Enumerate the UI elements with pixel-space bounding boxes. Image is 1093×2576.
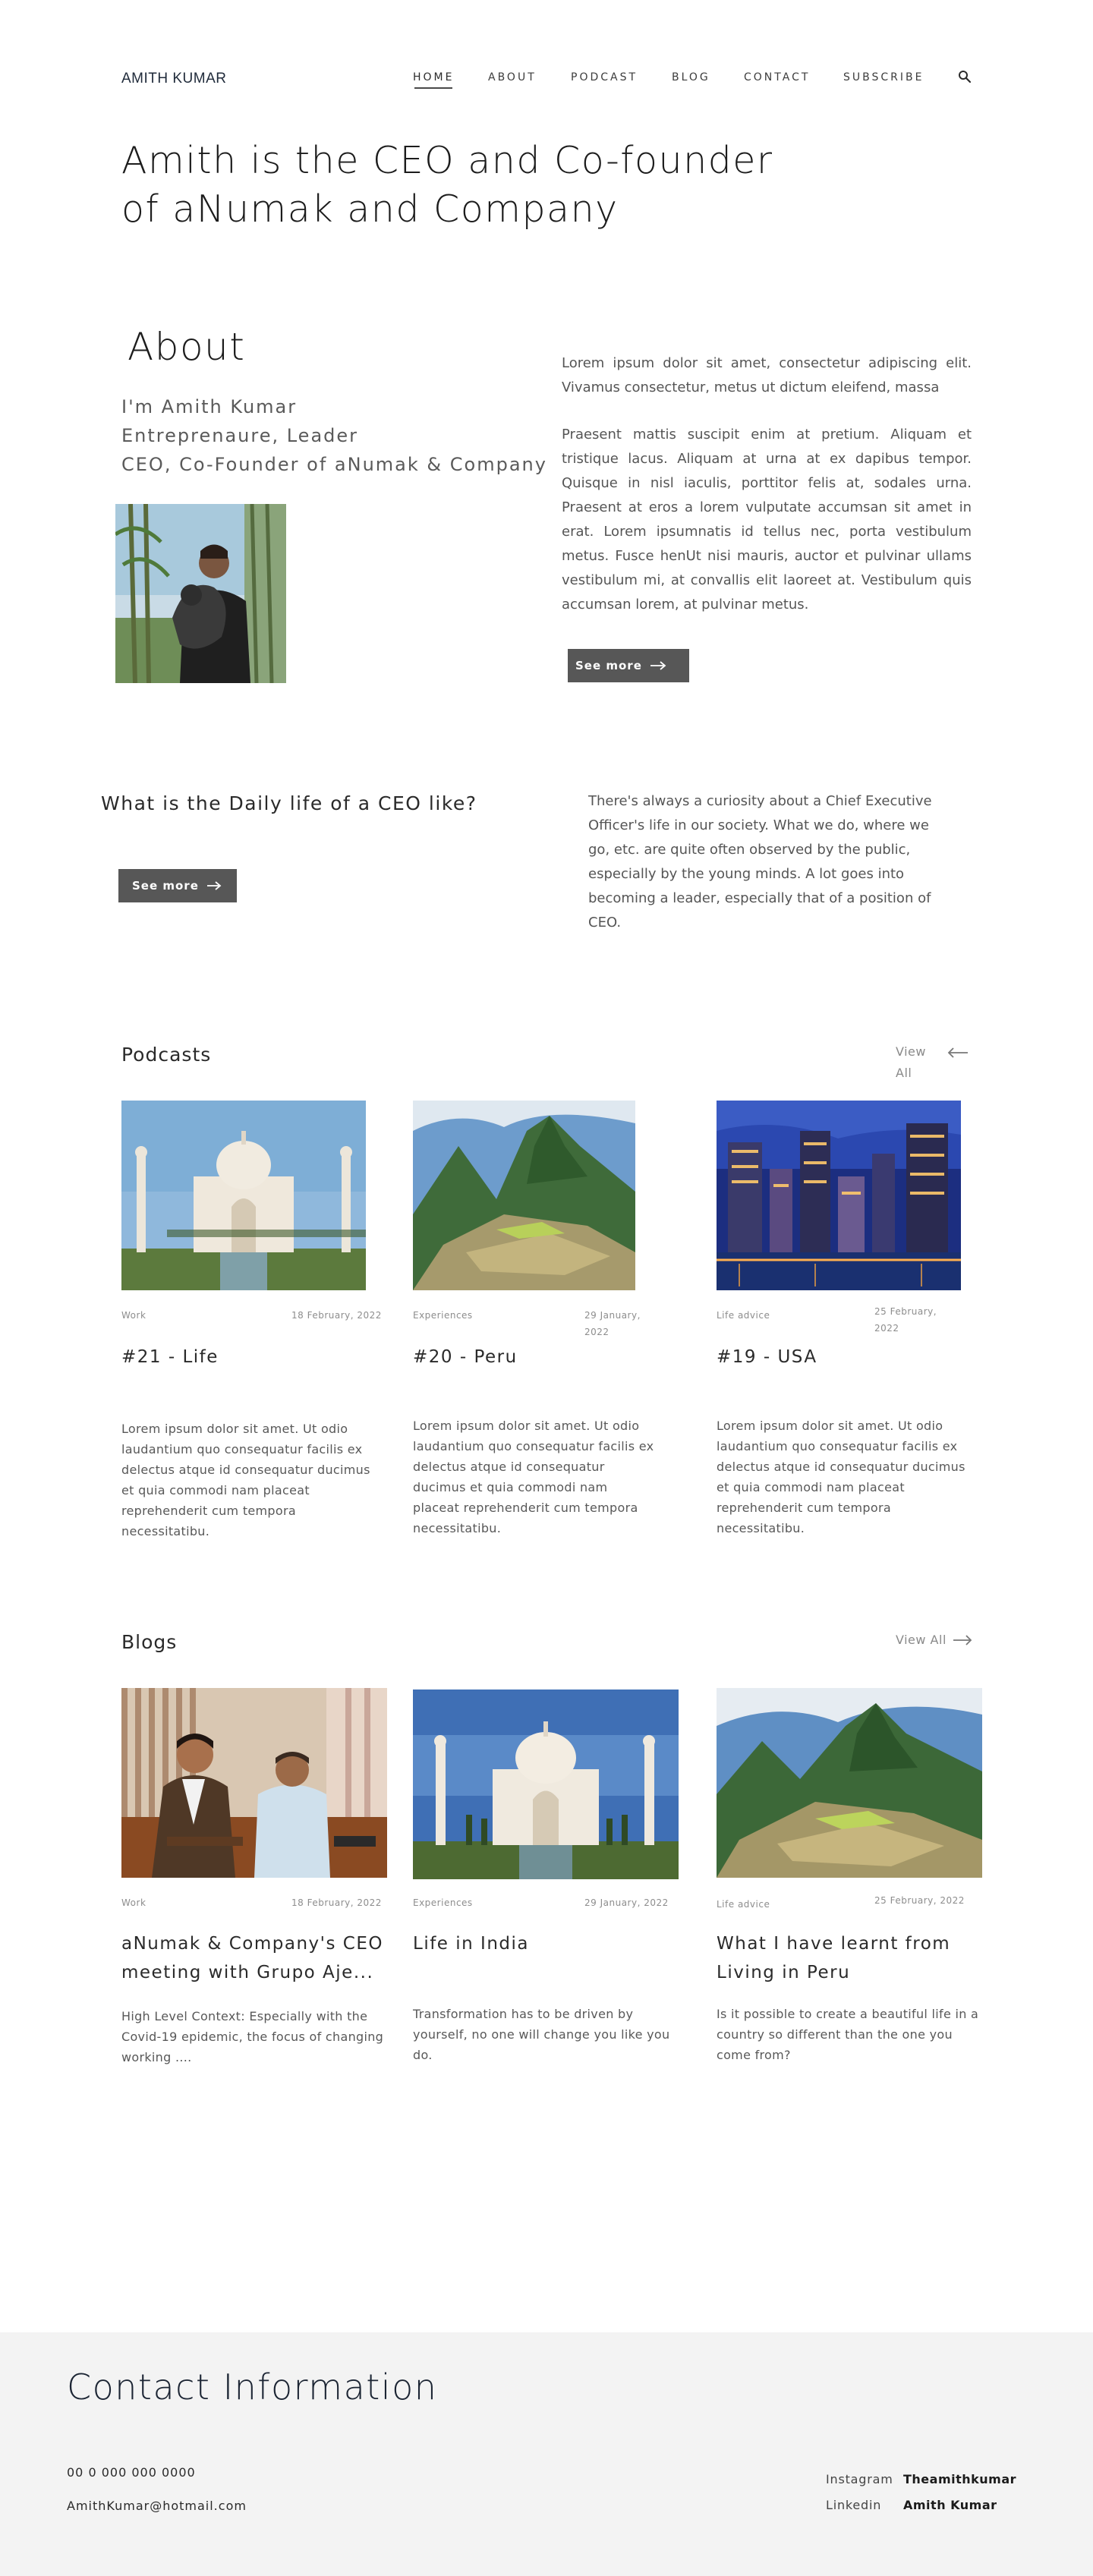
ceo-text: There's always a curiosity about a Chief… (588, 793, 932, 931)
blog-description: High Level Context: Especially with the … (121, 2009, 384, 2064)
blogs-view-all-link[interactable]: View All (896, 1630, 972, 1651)
nav-podcast[interactable]: PODCAST (571, 71, 638, 83)
view-all-label: View All (896, 1633, 947, 1647)
arrow-right-icon (206, 881, 222, 890)
blog-title[interactable]: What I have learnt from Living in Peru (717, 1929, 990, 1987)
podcast-description: Lorem ipsum dolor sit amet. Ut odio laud… (717, 1419, 965, 1535)
podcast-title[interactable]: #19 - USA (717, 1343, 817, 1371)
podcast-date-line1: 29 January, (584, 1310, 641, 1321)
linkedin-link[interactable]: Amith Kumar (903, 2498, 997, 2512)
contact-phone[interactable]: 00 0 000 000 0000 (67, 2465, 196, 2480)
podcast-description: Lorem ipsum dolor sit amet. Ut odio laud… (413, 1419, 654, 1535)
about-paragraph-1: Lorem ipsum dolor sit amet, consectetur … (562, 355, 972, 395)
about-see-more-label: See more (575, 659, 642, 672)
about-text: Lorem ipsum dolor sit amet, consectetur … (562, 351, 972, 617)
about-heading: About (128, 325, 246, 369)
about-paragraph-2: Praesent mattis suscipit enim at pretium… (562, 427, 972, 613)
podcast-image-peru[interactable] (413, 1101, 635, 1290)
podcast-date-line2: 2022 (584, 1327, 609, 1337)
blog-title-line1: What I have learnt from (717, 1934, 951, 1954)
blog-image-taj-mahal[interactable] (413, 1690, 679, 1879)
ceo-question: What is the Daily life of a CEO like? (101, 792, 477, 814)
instagram-link[interactable]: Theamithkumar (903, 2472, 1016, 2486)
nav-contact[interactable]: CONTACT (744, 71, 810, 83)
hero-title-line2: of aNumak and Company (121, 187, 619, 231)
podcast-date: 18 February, 2022 (291, 1310, 382, 1321)
arrow-left-icon[interactable] (947, 1047, 969, 1058)
blogs-title: Blogs (121, 1631, 178, 1653)
podcast-image-taj-mahal[interactable] (121, 1101, 366, 1290)
nav-home[interactable]: HOME (413, 71, 454, 83)
podcast-description: Lorem ipsum dolor sit amet. Ut odio laud… (121, 1422, 370, 1538)
blog-category: Life advice (717, 1899, 770, 1910)
nav-blog[interactable]: BLOG (672, 71, 710, 83)
instagram-label: Instagram (826, 2472, 893, 2486)
brand-logo[interactable]: AMITH KUMAR (121, 71, 227, 87)
podcast-image-usa[interactable] (717, 1101, 961, 1290)
blog-category: Work (121, 1897, 146, 1908)
blog-date: 18 February, 2022 (291, 1897, 382, 1908)
portrait-photo (115, 504, 286, 683)
search-icon[interactable] (958, 70, 972, 83)
blog-title[interactable]: Life in India (413, 1929, 529, 1958)
nav-active-underline (414, 87, 452, 89)
blog-image-meeting[interactable] (121, 1688, 387, 1878)
blog-description: Is it possible to create a beautiful lif… (717, 2007, 979, 2062)
about-intro: I'm Amith Kumar (121, 396, 298, 417)
blog-date: 29 January, 2022 (584, 1897, 669, 1908)
contact-title: Contact Information (67, 2367, 438, 2408)
nav-about[interactable]: ABOUT (488, 71, 537, 83)
arrow-right-icon (650, 661, 666, 670)
hero-title-line1: Amith is the CEO and Co-founder (121, 139, 773, 182)
arrow-right-icon (953, 1635, 972, 1645)
ceo-see-more-button[interactable]: See more (118, 869, 237, 902)
podcast-date: 29 January, 2022 (584, 1307, 641, 1340)
podcast-date: 25 February, 2022 (874, 1303, 937, 1337)
blog-title[interactable]: aNumak & Company's CEO meeting with Grup… (121, 1929, 395, 1987)
podcast-category: Experiences (413, 1310, 473, 1321)
nav-subscribe[interactable]: SUBSCRIBE (843, 71, 924, 83)
view-all-line1: View (896, 1044, 926, 1059)
linkedin-label: Linkedin (826, 2498, 882, 2512)
blog-date: 25 February, 2022 (874, 1895, 965, 1906)
blog-title-line2: meeting with Grupo Aje... (121, 1963, 374, 1982)
blog-description: Transformation has to be driven by yours… (413, 2007, 670, 2062)
podcast-title[interactable]: #20 - Peru (413, 1343, 518, 1371)
podcasts-view-all-link[interactable]: View All (896, 1041, 925, 1084)
blog-image-peru[interactable] (717, 1688, 982, 1878)
view-all-line2: All (896, 1066, 912, 1080)
contact-email[interactable]: AmithKumar@hotmail.com (67, 2499, 247, 2513)
about-roles: Entreprenaure, Leader (121, 425, 359, 446)
podcast-category: Work (121, 1310, 146, 1321)
blog-title-line1: aNumak & Company's CEO (121, 1934, 383, 1954)
ceo-see-more-label: See more (132, 879, 199, 893)
about-position: CEO, Co-Founder of aNumak & Company (121, 454, 547, 475)
podcast-category: Life advice (717, 1310, 770, 1321)
blog-category: Experiences (413, 1897, 473, 1908)
podcast-title[interactable]: #21 - Life (121, 1343, 219, 1371)
hero-title: Amith is the CEO and Co-founder of aNuma… (121, 137, 850, 234)
blog-title-line2: Living in Peru (717, 1963, 851, 1982)
podcast-date-line2: 2022 (874, 1323, 899, 1334)
podcast-date-line1: 25 February, (874, 1306, 937, 1317)
about-see-more-button[interactable]: See more (568, 649, 689, 682)
podcasts-title: Podcasts (121, 1044, 212, 1066)
